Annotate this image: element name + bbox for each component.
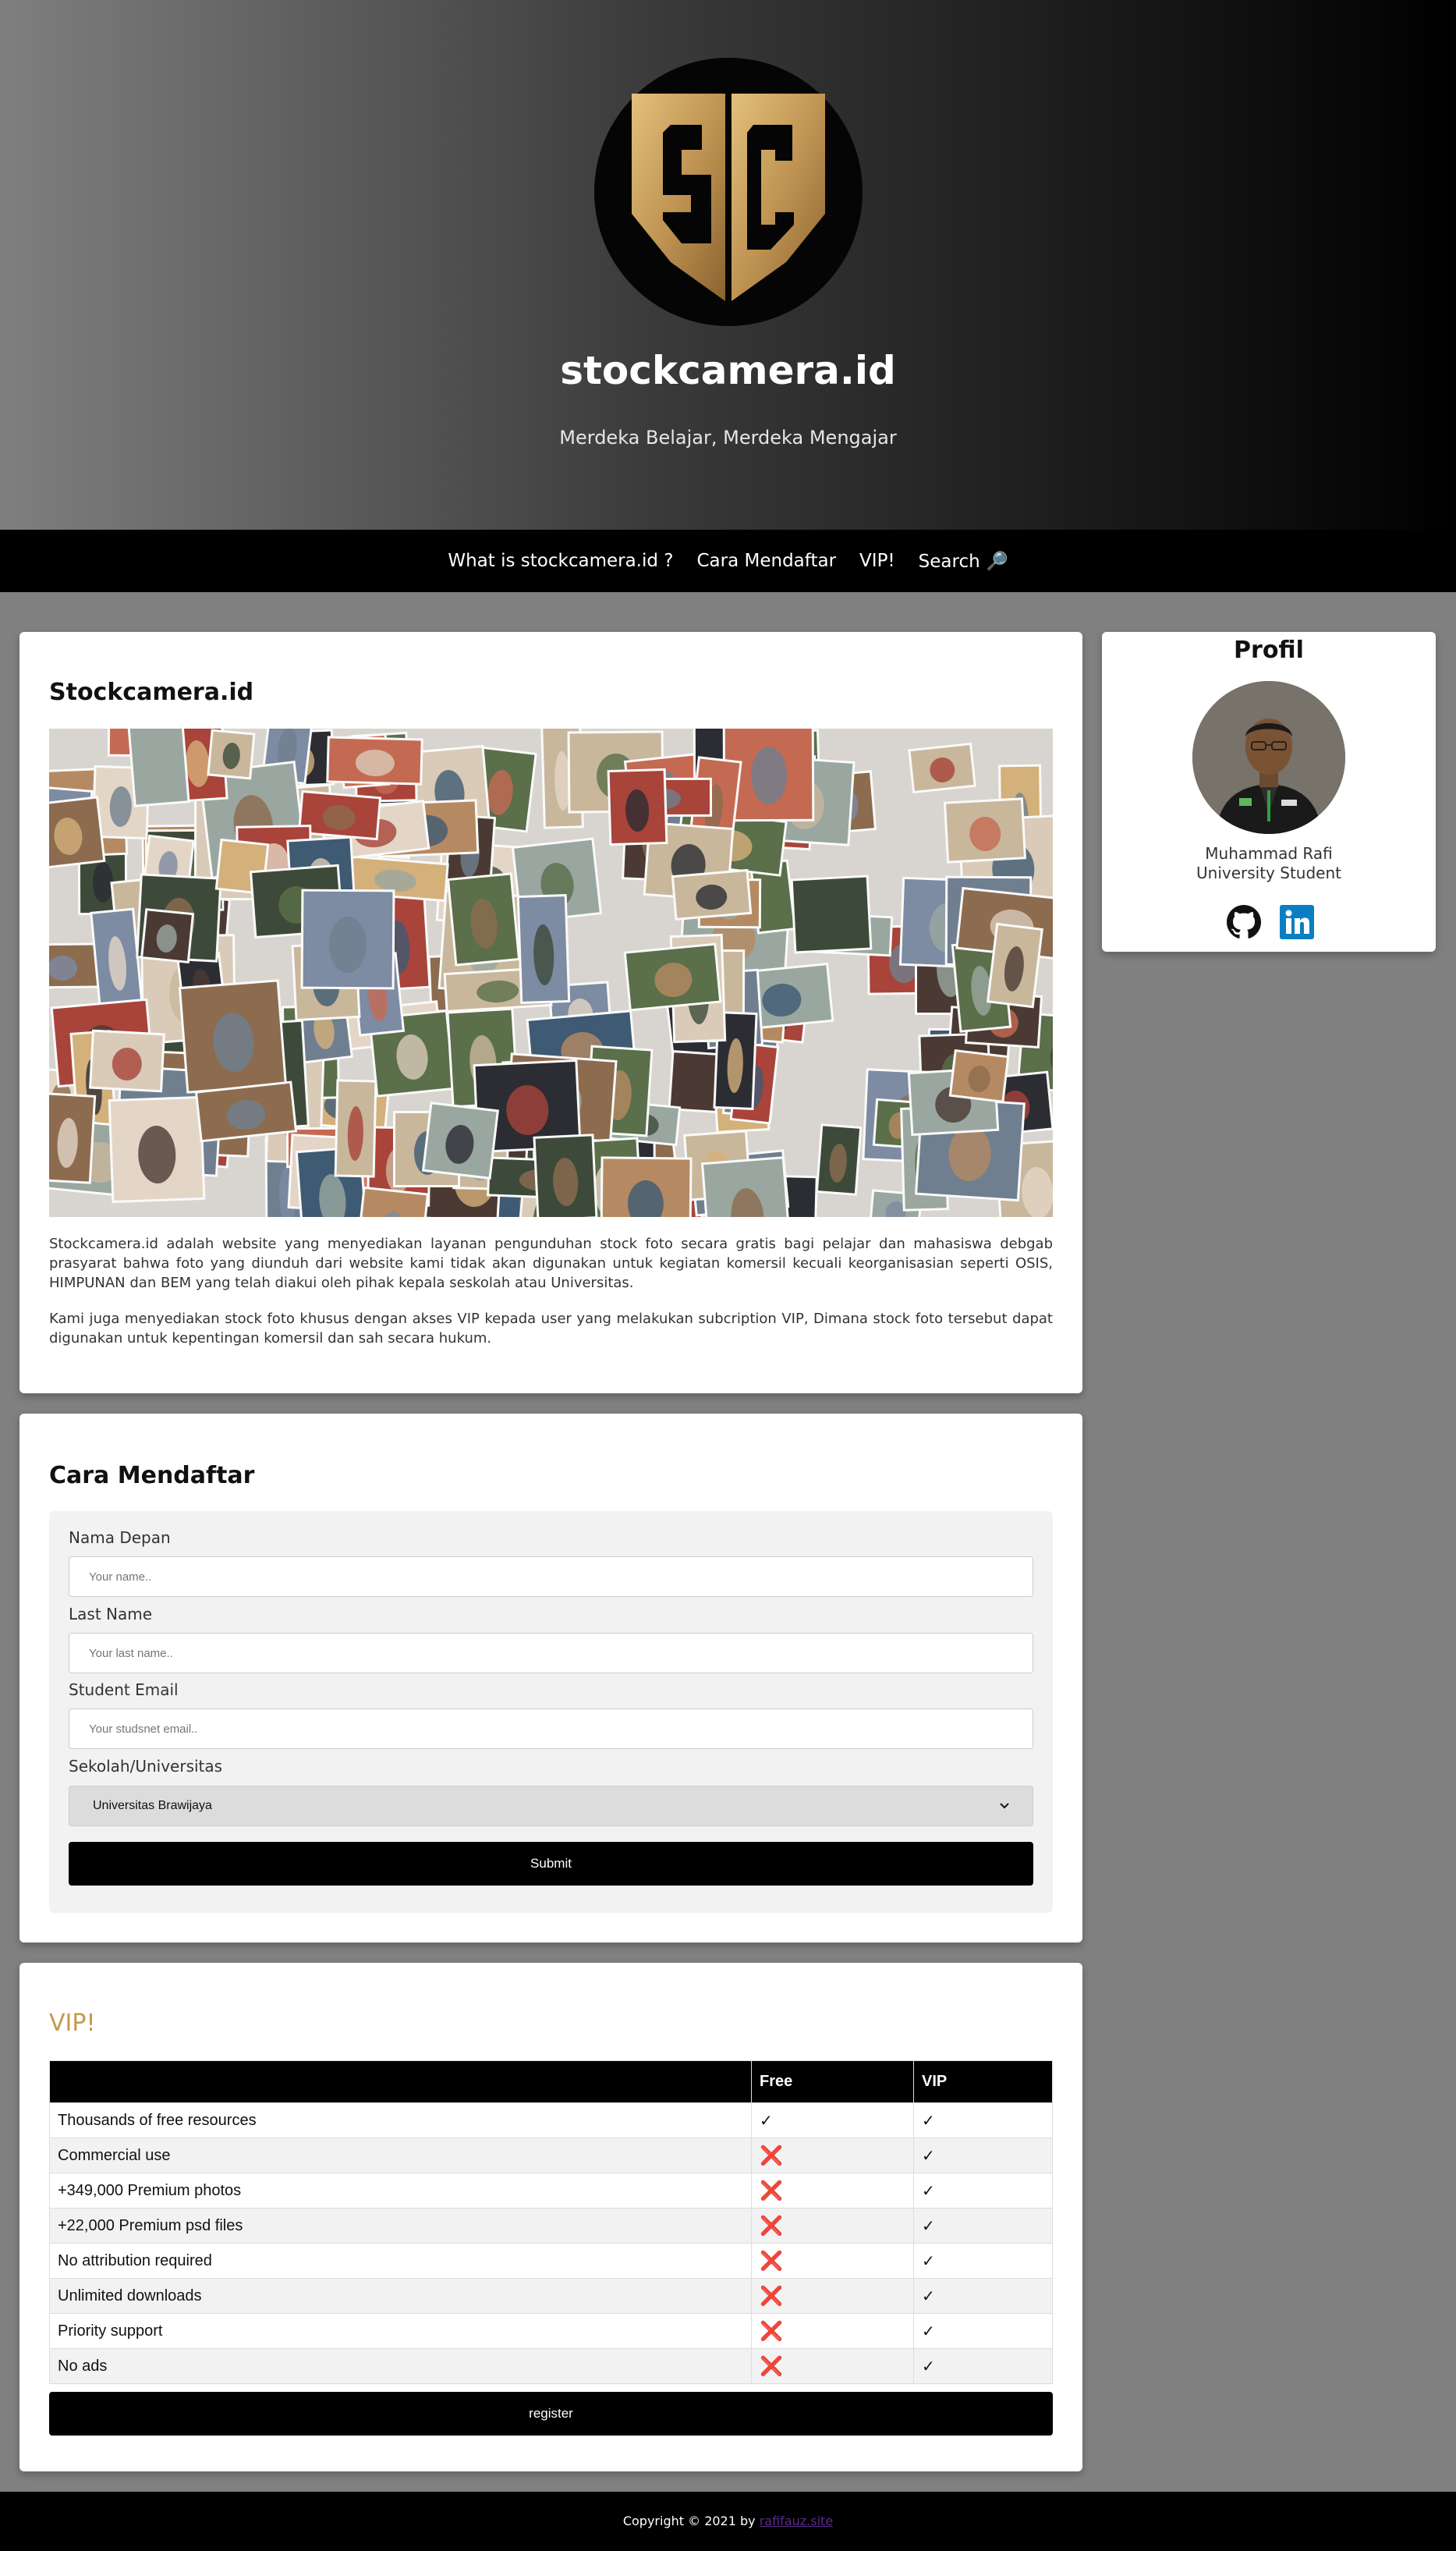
school-selected-value: Universitas Brawijaya <box>93 1799 212 1812</box>
table-cell-feature: Thousands of free resources <box>49 2102 752 2138</box>
table-cell-vip: ✓ <box>913 2173 1053 2209</box>
profile-title: Profil <box>1234 637 1304 664</box>
school-label: Sekolah/Universitas <box>69 1757 223 1776</box>
submit-button[interactable]: Submit <box>69 1842 1033 1886</box>
table-cell-free: ❌ <box>751 2138 914 2173</box>
nav-item-search[interactable]: Search 🔎 <box>907 551 1020 572</box>
table-cell-vip: ✓ <box>913 2102 1053 2138</box>
footer-copyright: Copyright © 2021 by <box>622 2514 760 2528</box>
vip-card: VIP! Free VIP Thousands of free resource… <box>19 1963 1082 2471</box>
register-button[interactable]: register <box>49 2392 1053 2436</box>
table-header-vip: VIP <box>913 2060 1053 2103</box>
photo-collage-image <box>49 729 1053 1217</box>
table-cell-vip: ✓ <box>913 2348 1053 2384</box>
table-cell-free: ❌ <box>751 2173 914 2209</box>
footer-link[interactable]: rafifauz.site <box>760 2514 833 2528</box>
nav-item-register[interactable]: Cara Mendaftar <box>685 551 848 571</box>
email-label: Student Email <box>69 1680 179 1699</box>
table-row: No ads ❌ ✓ <box>49 2348 1053 2384</box>
school-select[interactable]: Universitas Brawijaya <box>69 1786 1033 1826</box>
table-cell-feature: No ads <box>49 2348 752 2384</box>
register-form: Nama Depan Last Name Student Email Sekol… <box>49 1511 1053 1913</box>
table-cell-vip: ✓ <box>913 2243 1053 2279</box>
table-row: No attribution required ❌ ✓ <box>49 2243 1053 2279</box>
site-footer: Copyright © 2021 by rafifauz.site <box>0 2492 1456 2551</box>
vip-title: VIP! <box>49 2010 96 2037</box>
table-cell-free: ❌ <box>751 2313 914 2349</box>
table-cell-feature: +22,000 Premium psd files <box>49 2208 752 2244</box>
table-cell-free: ❌ <box>751 2243 914 2279</box>
logo <box>594 58 863 326</box>
email-field[interactable] <box>69 1708 1033 1749</box>
about-paragraph-2: Kami juga menyediakan stock foto khusus … <box>49 1311 1053 1346</box>
avatar <box>1192 681 1345 834</box>
register-card: Cara Mendaftar Nama Depan Last Name Stud… <box>19 1414 1082 1943</box>
site-title: stockcamera.id <box>560 348 896 393</box>
last-name-label: Last Name <box>69 1605 153 1623</box>
table-cell-free: ✓ <box>751 2102 914 2138</box>
table-cell-vip: ✓ <box>913 2138 1053 2173</box>
about-card: Stockcamera.id Stockcamera.id adalah web… <box>19 632 1082 1393</box>
table-cell-vip: ✓ <box>913 2278 1053 2314</box>
site-tagline: Merdeka Belajar, Merdeka Mengajar <box>559 427 897 449</box>
table-row: Thousands of free resources ✓ ✓ <box>49 2102 1053 2138</box>
profile-name: Muhammad Rafi <box>1205 844 1333 863</box>
sc-logo-icon <box>632 94 825 301</box>
about-title: Stockcamera.id <box>49 679 254 706</box>
register-title: Cara Mendaftar <box>49 1462 255 1489</box>
vip-comparison-table: Free VIP Thousands of free resources ✓ ✓ Co… <box>49 2060 1053 2384</box>
table-header-free: Free <box>751 2060 914 2103</box>
about-paragraph-1: Stockcamera.id adalah website yang menye… <box>49 1236 1053 1291</box>
github-icon[interactable] <box>1227 905 1261 939</box>
table-cell-free: ❌ <box>751 2348 914 2384</box>
nav-item-vip[interactable]: VIP! <box>848 551 907 571</box>
table-row: +349,000 Premium photos ❌ ✓ <box>49 2173 1053 2209</box>
table-row: +22,000 Premium psd files ❌ ✓ <box>49 2208 1053 2244</box>
profile-card: Profil Muhammad Rafi University Student <box>1102 632 1436 952</box>
table-cell-feature: No attribution required <box>49 2243 752 2279</box>
table-cell-feature: Unlimited downloads <box>49 2278 752 2314</box>
table-cell-feature: +349,000 Premium photos <box>49 2173 752 2209</box>
table-row: Priority support ❌ ✓ <box>49 2313 1053 2349</box>
table-row: Unlimited downloads ❌ ✓ <box>49 2278 1053 2314</box>
profile-role: University Student <box>1196 864 1341 882</box>
table-header-feature <box>49 2060 752 2103</box>
first-name-label: Nama Depan <box>69 1528 171 1547</box>
table-cell-vip: ✓ <box>913 2208 1053 2244</box>
nav-item-about[interactable]: What is stockcamera.id ? <box>436 551 685 571</box>
table-cell-feature: Commercial use <box>49 2138 752 2173</box>
table-row: Commercial use ❌ ✓ <box>49 2138 1053 2173</box>
main-nav: What is stockcamera.id ? Cara Mendaftar … <box>0 530 1456 592</box>
table-cell-vip: ✓ <box>913 2313 1053 2349</box>
linkedin-icon[interactable] <box>1280 905 1314 939</box>
table-cell-free: ❌ <box>751 2208 914 2244</box>
chevron-down-icon <box>1000 1803 1009 1809</box>
site-header: stockcamera.id Merdeka Belajar, Merdeka … <box>0 0 1456 530</box>
first-name-field[interactable] <box>69 1556 1033 1597</box>
last-name-field[interactable] <box>69 1633 1033 1673</box>
table-cell-feature: Priority support <box>49 2313 752 2349</box>
table-cell-free: ❌ <box>751 2278 914 2314</box>
